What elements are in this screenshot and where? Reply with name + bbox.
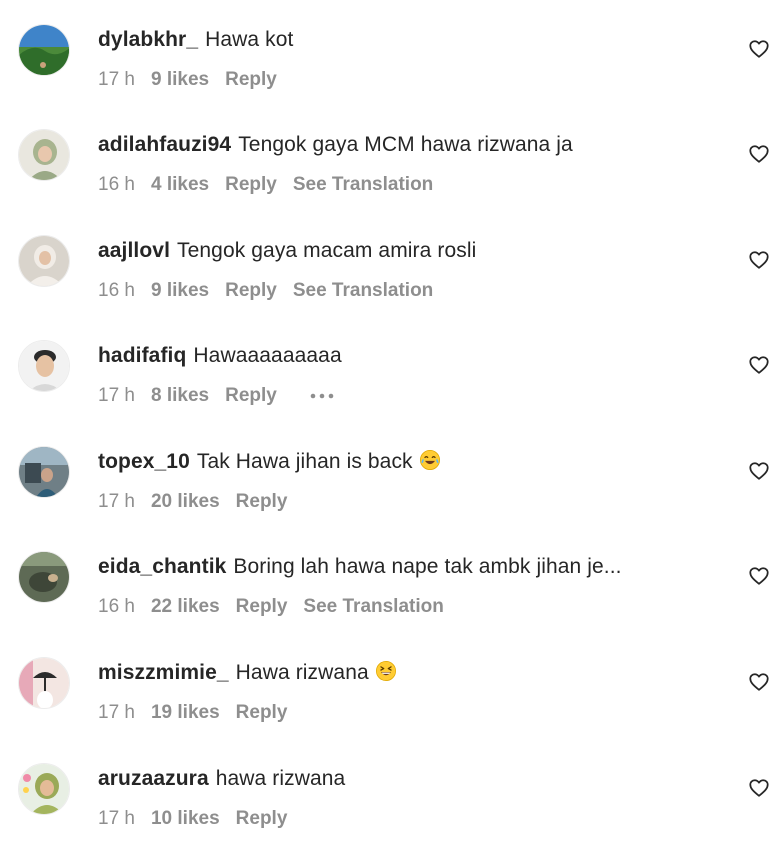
reply-button[interactable]: Reply — [236, 596, 288, 617]
comment-item: aajllovl Tengok gaya macam amira rosli 16… — [0, 211, 784, 317]
heart-icon[interactable] — [748, 249, 770, 271]
comment-likes[interactable]: 4 likes — [151, 174, 209, 195]
avatar[interactable] — [18, 24, 70, 76]
avatar[interactable] — [18, 551, 70, 603]
comment-meta: 17 h 10 likes Reply — [98, 807, 303, 831]
comment-item: hadifafiq Hawaaaaaaaaa 17 h 8 likes Reply — [0, 316, 784, 422]
heart-icon[interactable] — [748, 460, 770, 482]
comment-line: hadifafiq Hawaaaaaaaaa — [98, 343, 342, 369]
avatar[interactable] — [18, 446, 70, 498]
comment-text: Tak Hawa jihan is back — [196, 450, 413, 473]
comment-item: aruzaazura hawa rizwana 17 h 10 likes Reply — [0, 739, 784, 845]
comment-time: 16 h — [98, 174, 135, 195]
comment-line: adilahfauzi94 Tengok gaya MCM hawa rizwan… — [98, 132, 573, 158]
comment-text: Tengok gaya macam amira rosli — [177, 239, 477, 262]
see-translation-link[interactable]: See Translation — [303, 596, 443, 617]
comment-likes[interactable]: 8 likes — [151, 385, 209, 406]
comment-time: 16 h — [98, 280, 135, 301]
comment-meta: 16 h 4 likes Reply See Translation — [98, 173, 449, 197]
reply-button[interactable]: Reply — [225, 69, 277, 90]
comment-meta: 17 h 9 likes Reply — [98, 68, 293, 92]
laughing-crying-emoji-icon — [419, 450, 440, 470]
comment-time: 17 h — [98, 808, 135, 829]
grinning-squinting-emoji-icon — [375, 661, 396, 681]
reply-button[interactable]: Reply — [225, 174, 277, 195]
comment-line: dylabkhr_ Hawa kot — [98, 27, 293, 53]
comment-likes[interactable]: 22 likes — [151, 596, 220, 617]
comment-likes[interactable]: 9 likes — [151, 280, 209, 301]
comment-username[interactable]: hadifafiq — [98, 344, 186, 367]
heart-icon[interactable] — [748, 777, 770, 799]
comment-username[interactable]: dylabkhr_ — [98, 28, 198, 51]
comment-meta: 17 h 20 likes Reply — [98, 490, 303, 514]
reply-button[interactable]: Reply — [236, 808, 288, 829]
heart-icon[interactable] — [748, 38, 770, 60]
comment-line: aajllovl Tengok gaya macam amira rosli — [98, 238, 476, 264]
comment-meta: 16 h 22 likes Reply See Translation — [98, 595, 460, 619]
comment-time: 17 h — [98, 702, 135, 723]
comment-item: eida_chantik Boring lah hawa nape tak amb… — [0, 527, 784, 633]
heart-icon[interactable] — [748, 671, 770, 693]
comment-username[interactable]: adilahfauzi94 — [98, 133, 231, 156]
comment-text: Tengok gaya MCM hawa rizwana ja — [238, 133, 573, 156]
see-translation-link[interactable]: See Translation — [293, 280, 433, 301]
more-options-icon[interactable] — [309, 392, 335, 400]
comment-item: topex_10 Tak Hawa jihan is back 17 h 20 li… — [0, 422, 784, 528]
comment-line: eida_chantik Boring lah hawa nape tak amb… — [98, 554, 622, 580]
comment-time: 17 h — [98, 491, 135, 512]
comment-meta: 16 h 9 likes Reply See Translation — [98, 279, 449, 303]
comment-username[interactable]: eida_chantik — [98, 555, 226, 578]
reply-button[interactable]: Reply — [236, 491, 288, 512]
comment-line: topex_10 Tak Hawa jihan is back — [98, 449, 441, 475]
see-translation-link[interactable]: See Translation — [293, 174, 433, 195]
comment-time: 17 h — [98, 69, 135, 90]
avatar[interactable] — [18, 763, 70, 815]
comment-likes[interactable]: 9 likes — [151, 69, 209, 90]
comment-meta: 17 h 19 likes Reply — [98, 701, 303, 725]
comment-time: 17 h — [98, 385, 135, 406]
avatar[interactable] — [18, 657, 70, 709]
comment-text: Hawaaaaaaaaa — [193, 344, 342, 367]
comment-item: miszzmimie_ Hawa rizwana 17 h 19 likes Repl… — [0, 633, 784, 739]
heart-icon[interactable] — [748, 565, 770, 587]
comment-line: aruzaazura hawa rizwana — [98, 766, 345, 792]
comment-username[interactable]: aajllovl — [98, 239, 170, 262]
avatar[interactable] — [18, 235, 70, 287]
comment-likes[interactable]: 20 likes — [151, 491, 220, 512]
heart-icon[interactable] — [748, 354, 770, 376]
comment-text: hawa rizwana — [215, 767, 346, 790]
avatar[interactable] — [18, 129, 70, 181]
comment-time: 16 h — [98, 596, 135, 617]
comment-likes[interactable]: 10 likes — [151, 808, 220, 829]
comment-text: Hawa rizwana — [235, 661, 369, 684]
comment-meta: 17 h 8 likes Reply — [98, 384, 335, 408]
avatar[interactable] — [18, 340, 70, 392]
reply-button[interactable]: Reply — [236, 702, 288, 723]
reply-button[interactable]: Reply — [225, 280, 277, 301]
reply-button[interactable]: Reply — [225, 385, 277, 406]
comment-item: dylabkhr_ Hawa kot 17 h 9 likes Reply — [0, 0, 784, 106]
comment-likes[interactable]: 19 likes — [151, 702, 220, 723]
comment-text: Boring lah hawa nape tak ambk jihan je..… — [233, 555, 622, 578]
heart-icon[interactable] — [748, 143, 770, 165]
comment-text: Hawa kot — [205, 28, 294, 51]
comment-username[interactable]: aruzaazura — [98, 767, 209, 790]
comment-username[interactable]: miszzmimie_ — [98, 661, 229, 684]
comment-item: adilahfauzi94 Tengok gaya MCM hawa rizwan… — [0, 105, 784, 211]
comment-line: miszzmimie_ Hawa rizwana — [98, 660, 397, 686]
comment-username[interactable]: topex_10 — [98, 450, 190, 473]
